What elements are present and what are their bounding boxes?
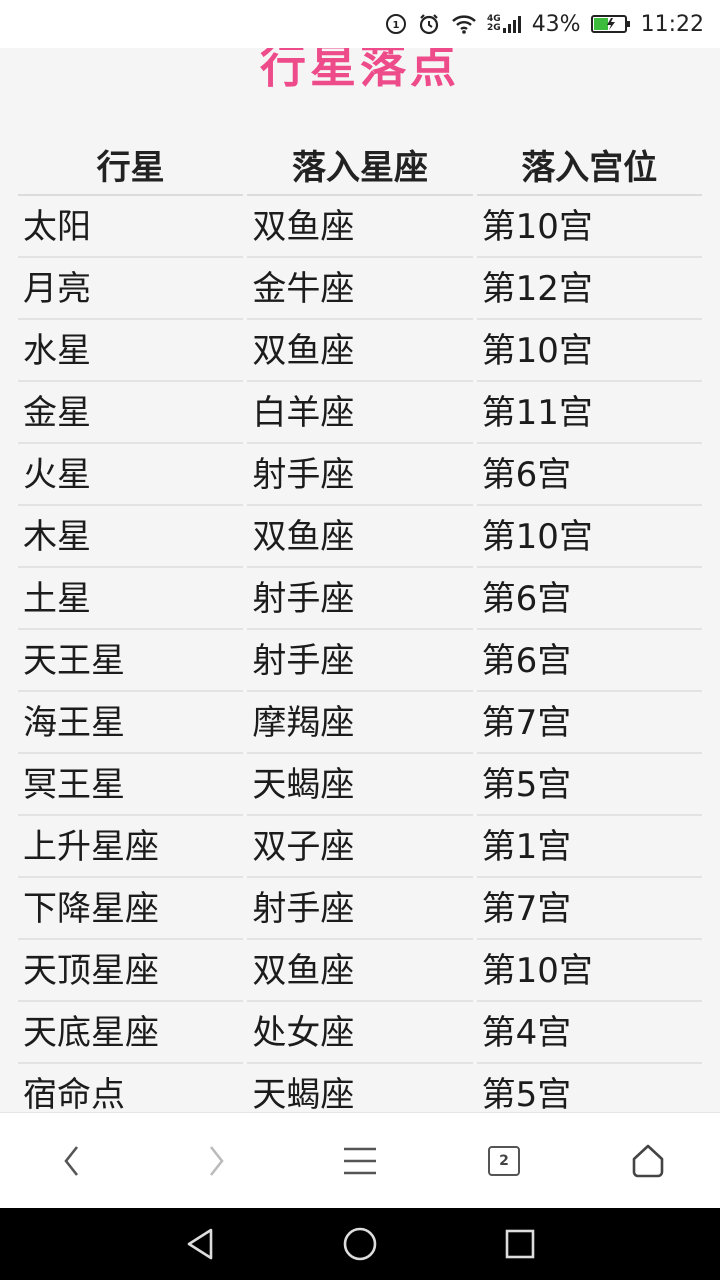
cell-sign: 处女座: [247, 1002, 473, 1064]
header-house: 落入宫位: [476, 140, 702, 196]
cell-planet: 木星: [18, 506, 244, 568]
cell-planet: 宿命点: [18, 1064, 243, 1112]
cell-planet: 下降星座: [18, 878, 244, 940]
table-row: 木星 双鱼座 第10宫: [18, 506, 702, 568]
nav-home-button[interactable]: [338, 1222, 382, 1266]
cell-house: 第7宫: [476, 878, 702, 940]
nav-recents-icon: [505, 1229, 535, 1259]
menu-icon: [344, 1147, 376, 1175]
system-nav-bar: [0, 1208, 720, 1280]
cell-house: 第12宫: [476, 258, 702, 320]
nav-recents-button[interactable]: [498, 1222, 542, 1266]
wifi-icon: [451, 13, 477, 35]
cell-house: 第5宫: [477, 1064, 702, 1112]
back-button[interactable]: [48, 1137, 96, 1185]
cell-sign: 射手座: [247, 878, 473, 940]
status-bar: 1 4G 2G 43% 11:22: [0, 0, 720, 48]
table-row: 水星 双鱼座 第10宫: [18, 320, 702, 382]
cell-planet: 月亮: [18, 258, 244, 320]
cell-house: 第11宫: [476, 382, 702, 444]
cell-planet: 火星: [18, 444, 244, 506]
tabs-button[interactable]: 2: [480, 1137, 528, 1185]
header-planet: 行星: [18, 140, 244, 196]
table-body: 太阳 双鱼座 第10宫 月亮 金牛座 第12宫 水星 双鱼座 第10宫 金星 白羊座 第11宫 火星 射手…: [18, 196, 702, 1112]
table-row: 冥王星 天蝎座 第5宫: [18, 754, 702, 816]
cell-house: 第5宫: [476, 754, 702, 816]
cell-house: 第1宫: [476, 816, 702, 878]
battery-icon: [590, 14, 631, 34]
cell-sign: 天蝎座: [247, 754, 473, 816]
forward-button[interactable]: [192, 1137, 240, 1185]
cell-planet: 海王星: [18, 692, 244, 754]
table-row: 海王星 摩羯座 第7宫: [18, 692, 702, 754]
cell-planet: 上升星座: [18, 816, 244, 878]
cell-sign: 双鱼座: [247, 940, 473, 1002]
table-row: 月亮 金牛座 第12宫: [18, 258, 702, 320]
cell-sign: 双鱼座: [247, 320, 473, 382]
cell-sign: 天蝎座: [247, 1064, 472, 1112]
cell-sign: 金牛座: [247, 258, 473, 320]
cell-planet: 天底星座: [18, 1002, 244, 1064]
table-row: 宿命点 天蝎座 第5宫: [18, 1064, 702, 1112]
menu-button[interactable]: [336, 1137, 384, 1185]
tabs-icon: 2: [488, 1146, 520, 1176]
battery-percent: 43%: [531, 11, 581, 37]
home-icon: [632, 1144, 664, 1178]
table-row: 金星 白羊座 第11宫: [18, 382, 702, 444]
cell-planet: 金星: [18, 382, 244, 444]
sim-1-icon: 1: [385, 13, 407, 35]
cell-sign: 射手座: [247, 630, 473, 692]
cell-house: 第6宫: [476, 444, 702, 506]
table-row: 天王星 射手座 第6宫: [18, 630, 702, 692]
table-row: 上升星座 双子座 第1宫: [18, 816, 702, 878]
cell-house: 第10宫: [476, 506, 702, 568]
cell-house: 第4宫: [476, 1002, 702, 1064]
cell-planet: 太阳: [18, 196, 244, 258]
network-type-bottom: 2G: [487, 23, 501, 33]
clock: 11:22: [640, 11, 704, 37]
planet-placement-table: 行星 落入星座 落入宫位 太阳 双鱼座 第10宫 月亮 金牛座 第12宫 水星 双鱼座 第10宫…: [18, 140, 702, 1112]
browser-toolbar: 2: [0, 1112, 720, 1208]
cell-sign: 摩羯座: [247, 692, 473, 754]
cell-sign: 双鱼座: [247, 506, 473, 568]
cell-planet: 天王星: [18, 630, 244, 692]
table-row: 太阳 双鱼座 第10宫: [18, 196, 702, 258]
cell-house: 第6宫: [476, 568, 702, 630]
header-sign: 落入星座: [247, 140, 473, 196]
alarm-icon: [417, 12, 441, 36]
cell-sign: 射手座: [247, 568, 473, 630]
cell-sign: 白羊座: [247, 382, 473, 444]
table-row: 火星 射手座 第6宫: [18, 444, 702, 506]
forward-icon: [209, 1146, 224, 1176]
home-button[interactable]: [624, 1137, 672, 1185]
page-content: 行星落点 行星 落入星座 落入宫位 太阳 双鱼座 第10宫 月亮 金牛座 第12宫 水星 双鱼…: [0, 48, 720, 1112]
cell-house: 第10宫: [476, 320, 702, 382]
cell-house: 第7宫: [476, 692, 702, 754]
cell-planet: 冥王星: [18, 754, 244, 816]
page-title: 行星落点: [260, 48, 460, 93]
signal-icon: 4G 2G: [487, 14, 522, 34]
nav-home-icon: [343, 1227, 377, 1261]
table-row: 土星 射手座 第6宫: [18, 568, 702, 630]
back-icon: [64, 1146, 79, 1176]
table-header: 行星 落入星座 落入宫位: [18, 140, 702, 196]
cell-planet: 水星: [18, 320, 244, 382]
svg-text:1: 1: [393, 20, 400, 31]
table-row: 天底星座 处女座 第4宫: [18, 1002, 702, 1064]
cell-planet: 天顶星座: [18, 940, 244, 1002]
nav-back-icon: [187, 1228, 213, 1260]
cell-sign: 双鱼座: [247, 196, 473, 258]
table-row: 天顶星座 双鱼座 第10宫: [18, 940, 702, 1002]
nav-back-button[interactable]: [178, 1222, 222, 1266]
cell-house: 第6宫: [476, 630, 702, 692]
table-row: 下降星座 射手座 第7宫: [18, 878, 702, 940]
cell-sign: 双子座: [247, 816, 473, 878]
cell-planet: 土星: [18, 568, 244, 630]
cell-sign: 射手座: [247, 444, 473, 506]
cell-house: 第10宫: [476, 196, 702, 258]
cell-house: 第10宫: [476, 940, 702, 1002]
